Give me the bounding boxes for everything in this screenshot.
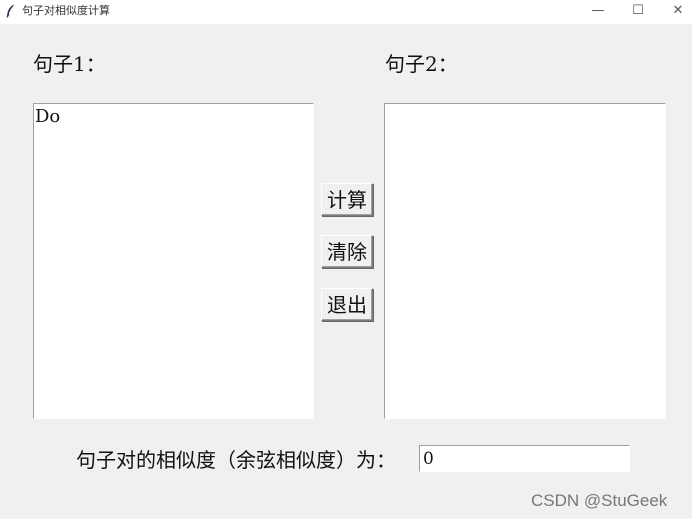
sentence2-label: 句子2： (385, 52, 458, 76)
watermark: CSDN @StuGeek (531, 491, 668, 510)
minimize-button[interactable]: — (576, 0, 620, 24)
result-input[interactable] (419, 445, 630, 472)
result-label: 句子对的相似度（余弦相似度）为： (76, 448, 396, 472)
compute-button[interactable]: 计算 (321, 183, 373, 216)
sentence1-textarea[interactable]: Do (33, 103, 314, 419)
window-title: 句子对相似度计算 (22, 4, 110, 17)
feather-icon (6, 4, 15, 18)
close-button[interactable]: ✕ (656, 0, 692, 24)
title-bar: 句子对相似度计算 — ☐ ✕ (0, 0, 692, 24)
exit-button[interactable]: 退出 (321, 288, 373, 321)
sentence1-label: 句子1： (33, 52, 106, 76)
maximize-button[interactable]: ☐ (616, 0, 660, 24)
sentence2-textarea[interactable] (384, 103, 666, 419)
clear-button[interactable]: 清除 (321, 235, 373, 268)
